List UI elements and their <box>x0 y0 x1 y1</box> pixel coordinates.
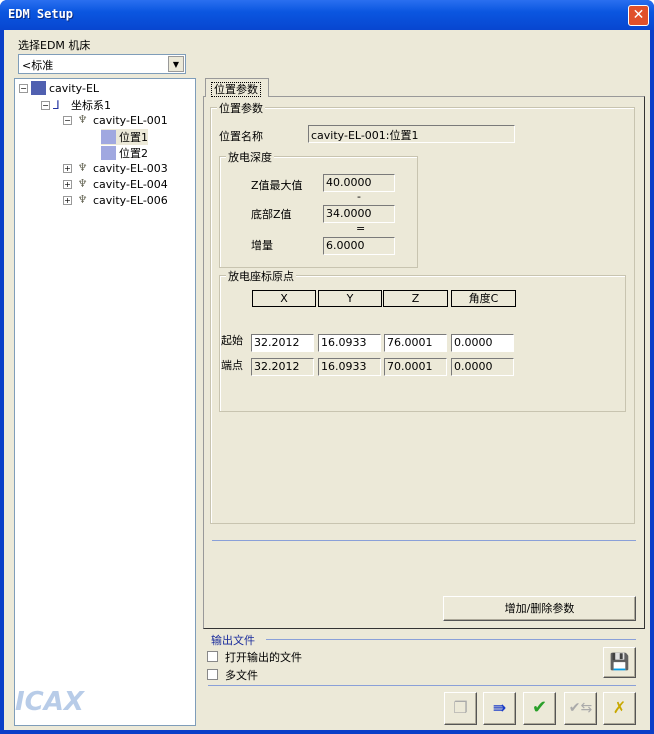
header-x: X <box>252 290 316 307</box>
multi-file-checkbox[interactable] <box>207 669 218 680</box>
divider <box>266 639 636 640</box>
end-z-field[interactable]: 70.0001 <box>384 358 447 376</box>
tree-item-cavity-el[interactable]: − cavity-EL <box>19 81 99 95</box>
end-angle-field[interactable]: 0.0000 <box>451 358 514 376</box>
ok-button[interactable]: ✔ <box>523 692 556 725</box>
increment-label: 增量 <box>251 239 273 252</box>
cancel-button[interactable]: ✗ <box>603 692 636 725</box>
position-name-field[interactable]: cavity-EL-001:位置1 <box>308 125 515 143</box>
start-x-field[interactable]: 32.2012 <box>251 334 314 352</box>
position-icon <box>101 130 116 144</box>
zmax-label: Z值最大值 <box>251 179 303 192</box>
group-title: 位置参数 <box>217 100 265 116</box>
open-output-label: 打开输出的文件 <box>225 651 302 664</box>
divider <box>212 540 636 541</box>
position-name-label: 位置名称 <box>219 130 263 143</box>
divider <box>208 685 636 686</box>
collapse-icon[interactable]: − <box>41 100 50 110</box>
tree-item-el-003[interactable]: + ♆ cavity-EL-003 <box>63 161 168 175</box>
header-y: Y <box>318 290 382 307</box>
coordinate-system-icon: ⅃ <box>53 98 60 112</box>
workpiece-icon <box>31 81 46 95</box>
end-label: 端点 <box>221 359 243 372</box>
machine-label: 选择EDM 机床 <box>18 39 91 52</box>
copy-button[interactable]: ❐ <box>444 692 477 725</box>
chevron-down-icon[interactable]: ▼ <box>168 56 184 72</box>
apply-button[interactable]: ⇛ <box>483 692 516 725</box>
electrode-icon: ♆ <box>77 113 88 126</box>
save-button[interactable]: 💾 <box>603 647 636 678</box>
tree-item-position-1[interactable]: 位置1 <box>101 129 148 145</box>
expand-icon[interactable]: + <box>63 179 72 189</box>
icax-watermark-logo: ICAX <box>15 687 84 717</box>
collapse-icon[interactable]: − <box>63 115 72 125</box>
group-title: 放电深度 <box>226 149 274 165</box>
position-icon <box>101 146 116 160</box>
check-arrow-icon: ✔⇆ <box>568 700 593 716</box>
group-title: 放电座标原点 <box>226 268 296 284</box>
header-z: Z <box>383 290 448 307</box>
floppy-icon: 💾 <box>609 652 630 671</box>
tree-item-coord[interactable]: − ⅃ 坐标系1 <box>41 97 111 113</box>
check-icon: ✔ <box>531 697 548 718</box>
start-z-field[interactable]: 76.0001 <box>384 334 447 352</box>
electrode-tree[interactable]: − cavity-EL − ⅃ 坐标系1 − ♆ cavity-EL-001 位置1 位置… <box>14 78 196 726</box>
minus-sign: - <box>357 190 361 203</box>
bottom-z-field[interactable]: 34.0000 <box>323 205 395 223</box>
arrow-right-icon: ⇛ <box>492 698 507 717</box>
machine-select-value: <标准 <box>22 59 54 72</box>
edm-setup-window: EDM Setup ✕ 选择EDM 机床 <标准 ▼ − cavity-EL − ⅃… <box>0 0 654 734</box>
end-x-field[interactable]: 32.2012 <box>251 358 314 376</box>
close-button[interactable]: ✕ <box>628 5 649 26</box>
tree-item-el-004[interactable]: + ♆ cavity-EL-004 <box>63 177 168 191</box>
cancel-icon: ✗ <box>612 698 627 717</box>
title-bar[interactable]: EDM Setup ✕ <box>0 0 654 30</box>
electrode-icon: ♆ <box>77 177 88 190</box>
expand-icon[interactable]: + <box>63 163 72 173</box>
tree-item-el-001[interactable]: − ♆ cavity-EL-001 <box>63 113 168 127</box>
end-y-field[interactable]: 16.0933 <box>318 358 381 376</box>
expand-icon[interactable]: + <box>63 195 72 205</box>
start-angle-field[interactable]: 0.0000 <box>451 334 514 352</box>
increment-field[interactable]: 6.0000 <box>323 237 395 255</box>
undo-button[interactable]: ✔⇆ <box>564 692 597 725</box>
output-file-title: 输出文件 <box>211 634 255 647</box>
start-y-field[interactable]: 16.0933 <box>318 334 381 352</box>
electrode-icon: ♆ <box>77 161 88 174</box>
copy-icon: ❐ <box>453 698 468 717</box>
tab-position-params[interactable]: 位置参数 <box>205 78 269 97</box>
open-output-checkbox[interactable] <box>207 651 218 662</box>
tree-item-el-006[interactable]: + ♆ cavity-EL-006 <box>63 193 168 207</box>
start-label: 起始 <box>221 334 243 347</box>
multi-file-label: 多文件 <box>225 669 258 682</box>
add-remove-params-button[interactable]: 增加/删除参数 <box>443 596 636 621</box>
bottom-z-label: 底部Z值 <box>251 208 292 221</box>
equals-sign: = <box>356 222 366 235</box>
window-title: EDM Setup <box>8 7 74 21</box>
tree-item-position-2[interactable]: 位置2 <box>101 145 148 161</box>
collapse-icon[interactable]: − <box>19 83 28 93</box>
machine-select[interactable]: <标准 ▼ <box>18 54 186 74</box>
header-angle-c: 角度C <box>451 290 516 307</box>
electrode-icon: ♆ <box>77 193 88 206</box>
